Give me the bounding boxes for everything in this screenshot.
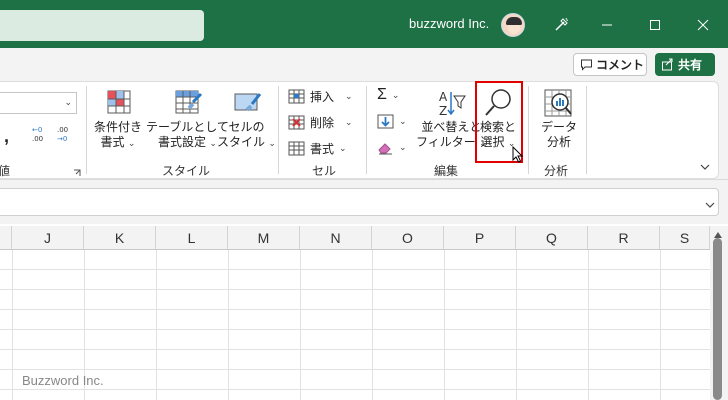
separator	[586, 86, 587, 174]
comma-style-button[interactable]: ,	[4, 126, 9, 147]
analyze-data-label: データ	[541, 120, 578, 134]
chevron-down-icon: ⌄	[209, 138, 217, 148]
dialog-launcher-icon[interactable]	[73, 166, 81, 180]
eraser-icon	[378, 143, 392, 155]
column-header-n[interactable]: N	[300, 226, 372, 250]
minimize-icon[interactable]	[594, 12, 620, 38]
chevron-down-icon: ⌄	[127, 138, 136, 148]
cell-grid[interactable]	[0, 250, 710, 400]
group-label-styles: スタイル	[162, 164, 211, 178]
column-header-q[interactable]: Q	[516, 226, 588, 250]
increase-decimal-icon: ←0.00	[32, 126, 43, 143]
format-cells-icon	[288, 141, 305, 156]
comment-label: コメント	[596, 58, 645, 72]
insert-cells-icon	[288, 89, 305, 104]
comment-button[interactable]: コメント	[573, 53, 647, 76]
share-button[interactable]: 共有	[655, 53, 715, 76]
column-header-k[interactable]: K	[84, 226, 156, 250]
chevron-down-icon: ⌄	[345, 117, 353, 127]
comma-label: ,	[4, 126, 10, 146]
conditional-formatting-button[interactable]: 条件付き 書式 ⌄	[94, 88, 142, 151]
number-format-dropdown[interactable]: ⌄	[0, 92, 77, 114]
magic-wand-icon[interactable]	[548, 12, 574, 38]
svg-text:→0: →0	[57, 135, 67, 143]
title-bar: buzzword Inc.	[0, 0, 728, 48]
column-header-r[interactable]: R	[588, 226, 660, 250]
comment-icon	[581, 59, 592, 71]
svg-text:←0: ←0	[32, 126, 42, 134]
sigma-icon: Σ	[377, 86, 387, 103]
decrease-decimal-button[interactable]: .00 →0	[55, 124, 75, 144]
chevron-down-icon: ⌄	[268, 138, 276, 148]
delete-label: 削除	[310, 116, 335, 130]
analyze-data-button[interactable]: データ 分析	[541, 88, 577, 150]
fill-button[interactable]: ⌄	[377, 114, 407, 129]
share-label: 共有	[678, 58, 703, 72]
conditional-formatting-icon	[107, 90, 131, 114]
expand-formula-icon[interactable]	[705, 198, 715, 212]
chevron-down-icon: ⌄	[64, 97, 72, 107]
autosum-button[interactable]: Σ ⌄	[377, 86, 399, 104]
group-label-analysis: 分析	[544, 164, 569, 178]
column-header-l[interactable]: L	[156, 226, 228, 250]
cell-styles-button[interactable]: セルの スタイル ⌄	[217, 88, 276, 151]
formula-input[interactable]	[0, 188, 719, 216]
svg-text:Z: Z	[439, 104, 447, 118]
column-header-m[interactable]: M	[228, 226, 300, 250]
search-box[interactable]	[0, 10, 204, 41]
chevron-down-icon: ⌄	[399, 142, 407, 152]
format-as-table-label-2: 書式設定	[158, 135, 207, 149]
decrease-decimal-icon: .00→0	[57, 126, 68, 143]
mouse-cursor-icon	[511, 145, 525, 167]
sort-filter-label-2: フィルター	[416, 135, 476, 149]
fill-down-icon	[377, 114, 394, 129]
cell-styles-icon	[234, 93, 262, 112]
insert-button[interactable]: 挿入 ⌄	[288, 88, 353, 105]
format-button[interactable]: 書式 ⌄	[288, 140, 347, 157]
chevron-down-icon: ⌄	[339, 143, 347, 153]
column-header-p[interactable]: P	[444, 226, 516, 250]
avatar[interactable]	[501, 13, 525, 37]
insert-label: 挿入	[310, 90, 335, 104]
watermark: Buzzword Inc.	[22, 373, 104, 388]
sort-filter-icon: A Z	[439, 90, 467, 118]
separator	[366, 86, 367, 174]
format-label: 書式	[310, 142, 335, 156]
sort-filter-label: 並べ替えと	[421, 120, 482, 134]
group-label-cells: セル	[312, 164, 337, 178]
chevron-down-icon: ⌄	[391, 89, 400, 100]
svg-text:A: A	[439, 90, 448, 104]
column-header-o[interactable]: O	[372, 226, 444, 250]
ribbon-collapse-icon[interactable]	[700, 160, 710, 174]
analyze-data-icon	[544, 89, 572, 117]
conditional-formatting-label: 条件付き	[94, 120, 143, 134]
format-as-table-icon	[175, 90, 203, 114]
analyze-data-label-2: 分析	[547, 135, 572, 149]
chevron-down-icon: ⌄	[399, 116, 407, 126]
account-name[interactable]: buzzword Inc.	[409, 16, 489, 31]
svg-text:.00: .00	[32, 135, 43, 143]
excel-window: buzzword Inc. コメント 共有 ⌄ , ←0.00 .00 →0 値…	[0, 0, 728, 400]
delete-cells-icon	[288, 115, 305, 130]
cell-styles-label-2: スタイル	[217, 135, 266, 149]
scrollbar-thumb[interactable]	[713, 238, 722, 400]
close-icon[interactable]	[690, 12, 716, 38]
column-header-partial[interactable]	[0, 226, 12, 250]
conditional-formatting-label-2: 書式	[100, 135, 125, 149]
delete-button[interactable]: 削除 ⌄	[288, 114, 353, 131]
increase-decimal-button[interactable]: ←0.00	[30, 124, 50, 144]
group-label-editing: 編集	[434, 164, 459, 178]
column-header-s[interactable]: S	[660, 226, 710, 250]
column-header-j[interactable]: J	[12, 226, 84, 250]
separator	[278, 86, 279, 174]
maximize-icon[interactable]	[642, 12, 668, 38]
clear-button[interactable]: ⌄	[377, 140, 407, 155]
share-icon	[662, 58, 673, 71]
separator	[86, 86, 87, 174]
svg-text:.00: .00	[57, 126, 68, 134]
group-label-number: 値	[0, 164, 11, 178]
chevron-down-icon: ⌄	[345, 91, 353, 101]
separator	[528, 86, 529, 174]
cell-styles-label: セルの	[228, 120, 265, 134]
